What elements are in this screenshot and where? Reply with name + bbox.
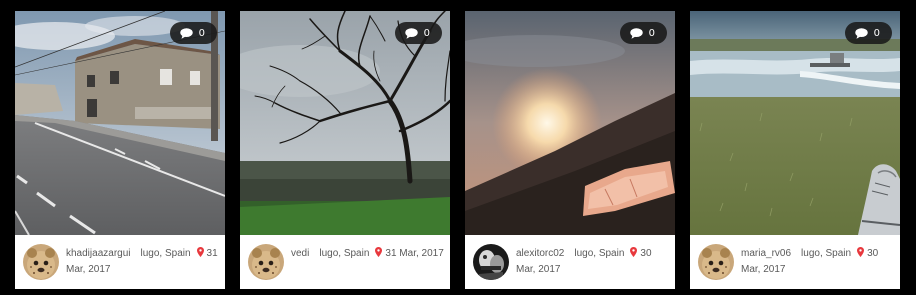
post-meta: maria_rv06 lugo, Spain 30 Mar, 2017 [690,235,900,289]
monochrome-figure-avatar-icon [473,244,509,280]
comment-bubble-icon [179,27,193,39]
post-photo[interactable]: 0 [690,11,900,235]
comment-bubble-icon [404,27,418,39]
user-avatar[interactable] [23,244,59,280]
comment-count-badge[interactable]: 0 [844,22,892,44]
comment-count-badge[interactable]: 0 [169,22,217,44]
username-link[interactable]: maria_rv06 [741,248,791,259]
location-text: lugo, Spain [574,248,625,259]
post-photo[interactable]: 0 [240,11,450,235]
cheetah-cub-avatar-icon [23,244,59,280]
post-card[interactable]: 0 maria_rv06 lugo, Spain 30 Mar, 2017 [690,11,900,289]
post-info: vedi lugo, Spain 31 Mar, 2017 [291,246,448,262]
location-pin-icon [630,247,638,257]
user-avatar[interactable] [473,244,509,280]
post-info: maria_rv06 lugo, Spain 30 Mar, 2017 [741,246,898,278]
comment-count: 0 [648,27,655,39]
cheetah-cub-avatar-icon [248,244,284,280]
post-card[interactable]: 0 khadijaazargui lugo, Spain 31 Mar, 201… [15,11,225,289]
post-meta: alexitorc02 lugo, Spain 30 Mar, 2017 [465,235,675,289]
comment-count-badge[interactable]: 0 [619,22,667,44]
post-meta: vedi lugo, Spain 31 Mar, 2017 [240,235,450,289]
location-pin-icon [375,247,383,257]
comment-count-badge[interactable]: 0 [394,22,442,44]
post-info: alexitorc02 lugo, Spain 30 Mar, 2017 [516,246,673,278]
post-meta: khadijaazargui lugo, Spain 31 Mar, 2017 [15,235,225,289]
post-photo[interactable]: 0 [15,11,225,235]
post-card[interactable]: 0 vedi lugo, Spain 31 Mar, 2017 [240,11,450,289]
location-pin-icon [196,247,204,257]
comment-count: 0 [423,27,430,39]
post-photo[interactable]: 0 [465,11,675,235]
post-info: khadijaazargui lugo, Spain 31 Mar, 2017 [66,246,223,278]
comment-count: 0 [873,27,880,39]
location-pin-icon [857,247,865,257]
comment-bubble-icon [854,27,868,39]
username-link[interactable]: khadijaazargui [66,248,131,259]
photo-grid: 0 khadijaazargui lugo, Spain 31 Mar, 201… [0,0,916,295]
location-text: lugo, Spain [319,248,370,259]
location-text: lugo, Spain [801,248,852,259]
location-text: lugo, Spain [140,248,191,259]
post-card[interactable]: 0 alexitorc02 lugo, Spain 30 Mar, 2017 [465,11,675,289]
username-link[interactable]: alexitorc02 [516,248,564,259]
username-link[interactable]: vedi [291,248,309,259]
user-avatar[interactable] [248,244,284,280]
cheetah-cub-avatar-icon [698,244,734,280]
user-avatar[interactable] [698,244,734,280]
post-date: 31 Mar, 2017 [385,248,444,259]
comment-bubble-icon [629,27,643,39]
comment-count: 0 [198,27,205,39]
